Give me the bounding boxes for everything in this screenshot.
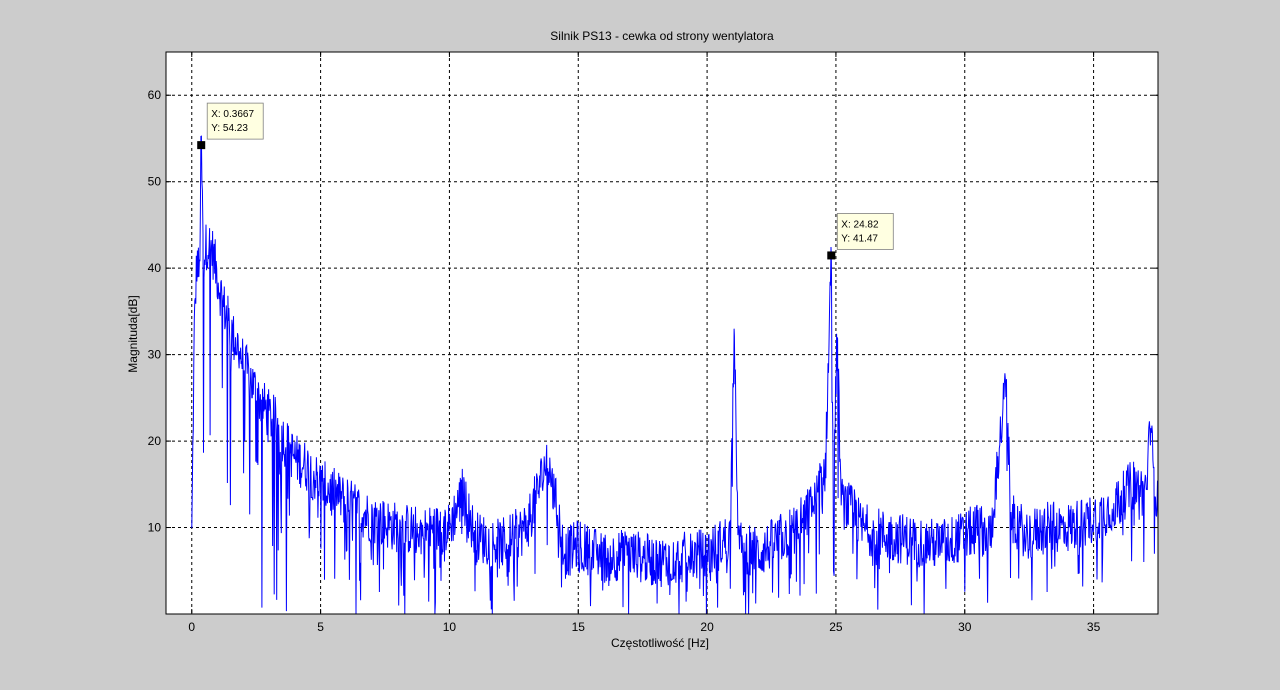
axes-background: [166, 52, 1158, 614]
plot-canvas: 0 5 10 15 20 25 30 35 10 20 30 40 50 60 X: 0.3667 Y: 5…: [126, 29, 1159, 650]
x-tick-label: 5: [317, 620, 324, 634]
datatip-marker[interactable]: [197, 141, 206, 150]
y-tick-label: 30: [148, 348, 162, 362]
y-tick-label: 60: [148, 88, 162, 102]
y-axis-label: Magnituda[dB]: [126, 295, 140, 372]
x-tick-label: 20: [700, 620, 714, 634]
y-tick-label: 50: [148, 175, 162, 189]
chart-title: Silnik PS13 - cewka od strony wentylator…: [550, 29, 774, 43]
figure-window: 0 5 10 15 20 25 30 35 10 20 30 40 50 60 X: 0.3667 Y: 5…: [0, 0, 1280, 690]
datatip-x-text: X: 24.82: [841, 219, 879, 230]
x-tick-label: 10: [443, 620, 457, 634]
datatip-marker[interactable]: [827, 251, 836, 260]
y-tick-label: 40: [148, 261, 162, 275]
x-axis-label: Częstotliwość [Hz]: [611, 636, 709, 650]
x-tick-label: 25: [829, 620, 843, 634]
datatip-y-text: Y: 54.23: [211, 123, 248, 134]
x-tick-label: 0: [188, 620, 195, 634]
x-tick-label: 15: [572, 620, 586, 634]
datatip-y-text: Y: 41.47: [841, 233, 878, 244]
y-tick-label: 10: [148, 521, 162, 535]
datatip-x-text: X: 0.3667: [211, 109, 254, 120]
x-tick-label: 35: [1087, 620, 1101, 634]
x-tick-label: 30: [958, 620, 972, 634]
y-tick-label: 20: [148, 434, 162, 448]
